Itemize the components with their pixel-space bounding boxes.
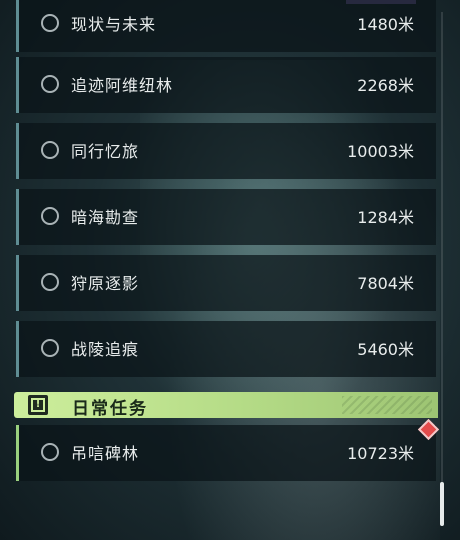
mission-name: 同行忆旅 (71, 142, 140, 161)
status-circle-icon (41, 207, 59, 225)
mission-distance: 7804米 (357, 274, 414, 293)
mission-distance: 5460米 (357, 340, 414, 359)
exclamation-icon: ! (28, 395, 48, 415)
mission-distance: 10003米 (347, 142, 414, 161)
status-circle-icon (41, 273, 59, 291)
mission-name: 暗海勘查 (71, 208, 140, 227)
mission-name: 追迹阿维纽林 (71, 76, 174, 95)
scrollbar-thumb[interactable] (440, 482, 444, 526)
header-decoration (342, 396, 432, 414)
mission-distance: 1480米 (357, 15, 414, 34)
daily-missions-header[interactable]: ! 日常任务 (14, 392, 438, 419)
status-circle-icon (41, 75, 59, 93)
status-circle-icon (41, 339, 59, 357)
mission-name: 战陵追痕 (71, 340, 140, 359)
mission-row[interactable]: 战陵追痕 5460米 (16, 321, 436, 377)
mission-name: 狩原逐影 (71, 274, 140, 293)
mission-distance: 2268米 (357, 76, 414, 95)
mission-row[interactable]: 现状与未来 1480米 (16, 0, 436, 52)
mission-name: 现状与未来 (71, 15, 157, 34)
section-title: 日常任务 (72, 399, 148, 419)
mission-row[interactable]: 同行忆旅 10003米 (16, 123, 436, 179)
mission-distance: 1284米 (357, 208, 414, 227)
daily-mission-row[interactable]: 吊唁碑林 10723米 (16, 425, 436, 481)
mission-row[interactable]: 暗海勘查 1284米 (16, 189, 436, 245)
mission-list: 现状与未来 1480米 追迹阿维纽林 2268米 同行忆旅 10003米 暗海勘… (0, 0, 460, 540)
mission-row[interactable]: 追迹阿维纽林 2268米 (16, 57, 436, 113)
status-circle-icon (41, 141, 59, 159)
status-circle-icon (41, 443, 59, 461)
mission-name: 吊唁碑林 (71, 444, 140, 463)
mission-distance: 10723米 (347, 444, 414, 463)
status-circle-icon (41, 14, 59, 32)
scrollbar-track[interactable] (441, 12, 443, 526)
mission-row[interactable]: 狩原逐影 7804米 (16, 255, 436, 311)
